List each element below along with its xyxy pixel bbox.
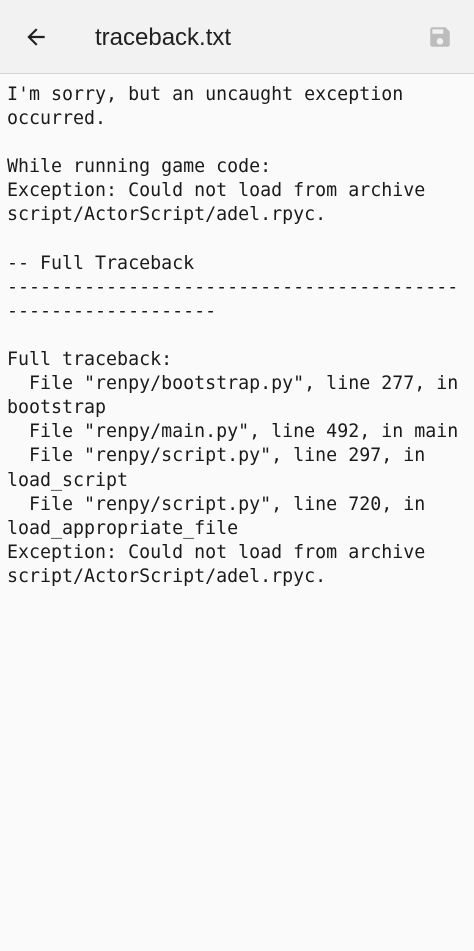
text-viewer-screen: traceback.txt I'm sorry, but an uncaught… — [0, 0, 474, 951]
save-button[interactable] — [418, 15, 462, 59]
arrow-back-icon — [27, 28, 45, 46]
back-button[interactable] — [14, 15, 58, 59]
save-icon — [430, 27, 450, 47]
traceback-text[interactable]: I'm sorry, but an uncaught exception occ… — [0, 74, 462, 589]
document-area[interactable]: I'm sorry, but an uncaught exception occ… — [0, 74, 474, 951]
file-title: traceback.txt — [95, 24, 232, 51]
app-toolbar: traceback.txt — [0, 0, 474, 74]
